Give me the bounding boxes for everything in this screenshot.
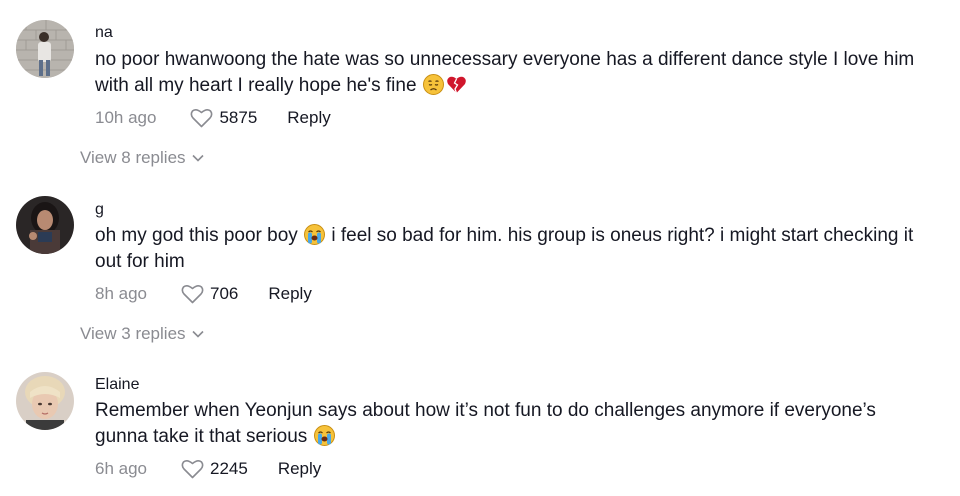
comment-time: 6h ago xyxy=(95,459,147,478)
loudly-crying-face-emoji xyxy=(304,224,326,245)
comment-time: 10h ago xyxy=(95,108,157,127)
view-replies-label: View 3 replies xyxy=(80,324,186,343)
comment-text: oh my god this poor boy i feel so bad fo… xyxy=(95,223,915,274)
comment-meta: 8h ago 706 Reply xyxy=(95,282,312,306)
comment-text-body: no poor hwanwoong the hate was so unnece… xyxy=(95,49,915,96)
reply-button[interactable]: Reply xyxy=(268,284,311,304)
disappointed-face-emoji xyxy=(422,73,444,95)
like-count: 2245 xyxy=(210,459,248,478)
chevron-down-icon xyxy=(186,154,204,162)
avatar[interactable] xyxy=(16,196,74,254)
like-count: 706 xyxy=(210,284,239,303)
chevron-down-icon xyxy=(186,330,204,338)
view-replies-button[interactable]: View 8 replies xyxy=(80,148,204,168)
comment-text-body: oh my god this poor boy xyxy=(95,225,298,246)
like-button[interactable]: 5875 xyxy=(190,108,257,128)
view-replies-label: View 8 replies xyxy=(80,148,186,167)
reply-button[interactable]: Reply xyxy=(278,459,321,479)
heart-icon xyxy=(190,108,213,128)
comment-username[interactable]: Elaine xyxy=(95,375,139,395)
comment-text-body: Remember when Yeonjun says about how it’… xyxy=(95,400,876,447)
heart-icon xyxy=(181,284,204,304)
comment-username[interactable]: na xyxy=(95,23,113,43)
comment-username[interactable]: g xyxy=(95,200,104,220)
comment-time: 8h ago xyxy=(95,284,147,303)
like-button[interactable]: 2245 xyxy=(181,459,248,479)
comment-text: no poor hwanwoong the hate was so unnece… xyxy=(95,47,915,98)
comment-meta: 10h ago 5875 Reply xyxy=(95,106,331,130)
loudly-crying-face-emoji xyxy=(313,424,335,446)
view-replies-button[interactable]: View 3 replies xyxy=(80,324,204,344)
comment-meta: 6h ago 2245 Reply xyxy=(95,457,321,481)
like-button[interactable]: 706 xyxy=(181,284,238,304)
comment-text: Remember when Yeonjun says about how it’… xyxy=(95,398,915,449)
avatar[interactable] xyxy=(16,20,74,78)
like-count: 5875 xyxy=(219,108,258,127)
broken-heart-emoji xyxy=(446,74,467,95)
reply-button[interactable]: Reply xyxy=(287,108,330,128)
heart-icon xyxy=(181,459,204,479)
avatar[interactable] xyxy=(16,372,74,430)
